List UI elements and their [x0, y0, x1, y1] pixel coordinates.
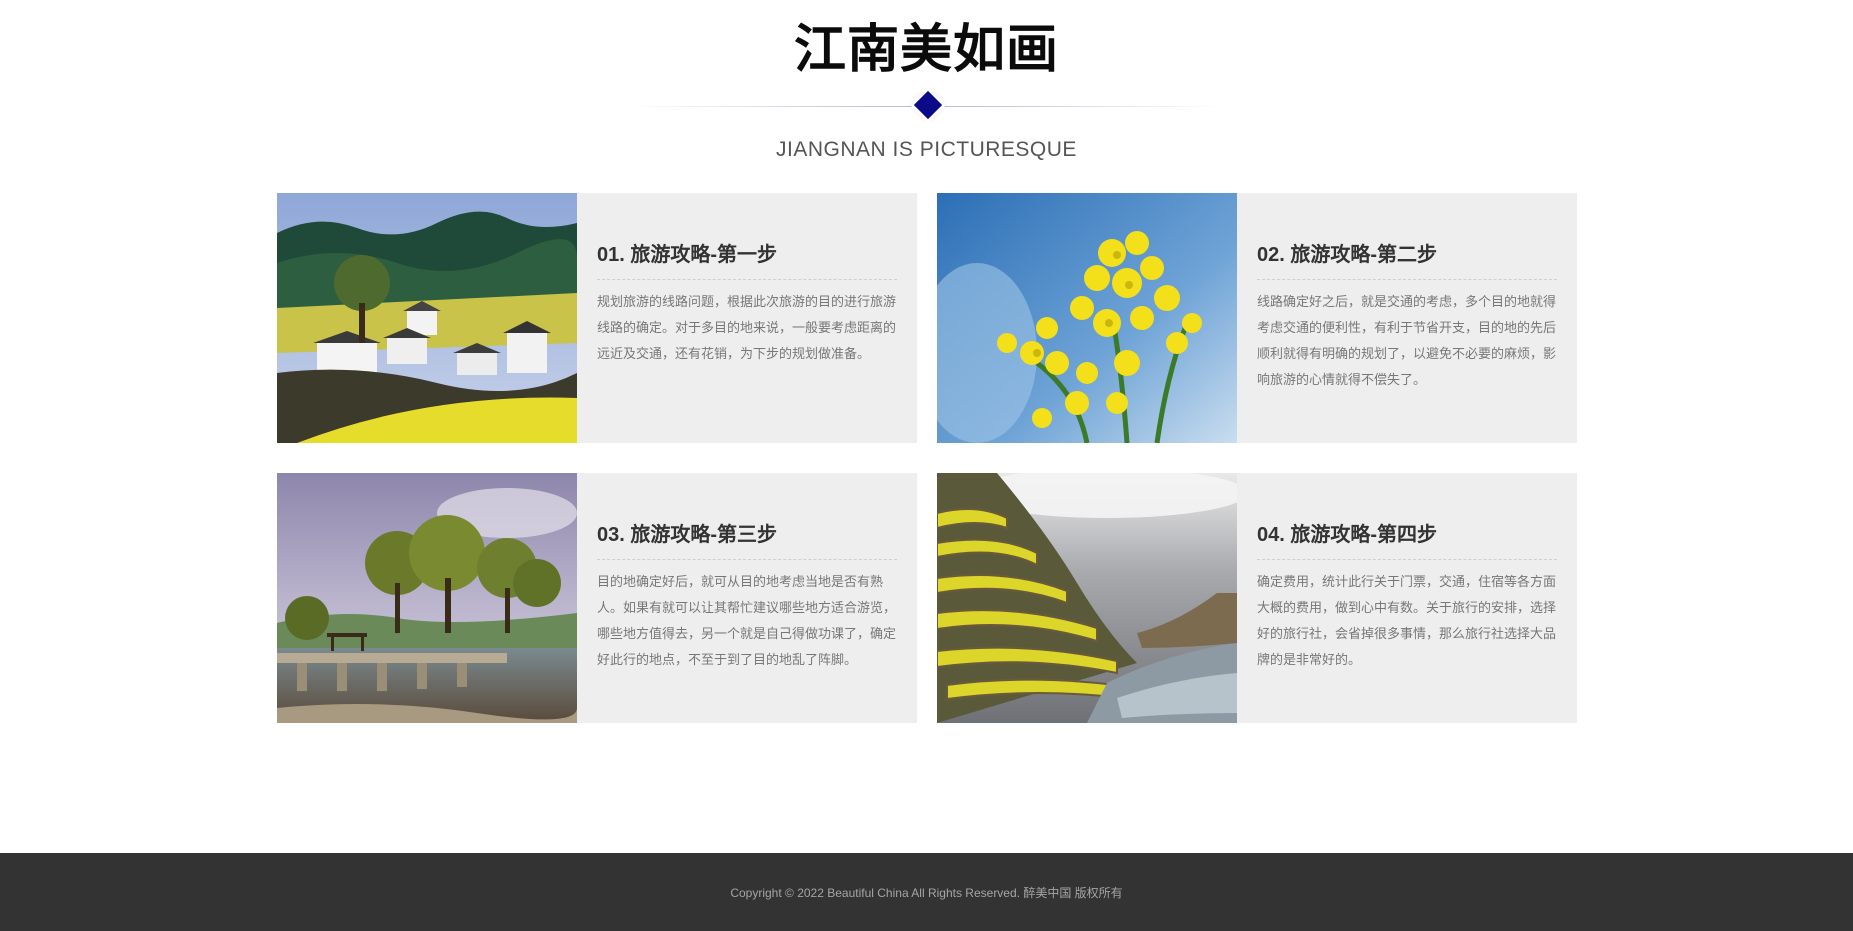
rapeseed-flower-closeup-photo — [937, 193, 1237, 443]
card-description: 线路确定好之后，就是交通的考虑，多个目的地就得考虑交通的便利性，有利于节省开支，… — [1257, 295, 1557, 388]
guide-card-3[interactable]: 03. 旅游攻略-第三步 目的地确定好后，就可从目的地考虑当地是否有熟人。如果有… — [277, 473, 917, 723]
card-heading[interactable]: 01. 旅游攻略-第一步 — [597, 241, 897, 280]
guide-card-4[interactable]: 04. 旅游攻略-第四步 确定费用，统计此行关于门票，交通，住宿等各方面大概的费… — [937, 473, 1577, 723]
page-footer: Copyright © 2022 Beautiful China All Rig… — [0, 853, 1853, 931]
terraced-rapeseed-fields-photo — [937, 473, 1237, 723]
guide-card-1[interactable]: 01. 旅游攻略-第一步 规划旅游的线路问题，根据此次旅游的目的进行旅游线路的确… — [277, 193, 917, 443]
card-heading[interactable]: 04. 旅游攻略-第四步 — [1257, 521, 1557, 560]
card-heading[interactable]: 02. 旅游攻略-第二步 — [1257, 241, 1557, 280]
stone-bridge-trees-photo — [277, 473, 577, 723]
copyright-text: Copyright © 2022 Beautiful China All Rig… — [730, 886, 1123, 900]
card-description: 规划旅游的线路问题，根据此次旅游的目的进行旅游线路的确定。对于多目的地来说，一般… — [597, 295, 897, 362]
diamond-ornament-icon — [913, 90, 943, 120]
page-subtitle: JIANGNAN IS PICTURESQUE — [776, 138, 1077, 161]
card-description: 目的地确定好后，就可从目的地考虑当地是否有熟人。如果有就可以让其帮忙建议哪些地方… — [597, 575, 897, 668]
card-content: 03. 旅游攻略-第三步 目的地确定好后，就可从目的地考虑当地是否有熟人。如果有… — [597, 521, 897, 674]
card-heading[interactable]: 03. 旅游攻略-第三步 — [597, 521, 897, 560]
card-content: 04. 旅游攻略-第四步 确定费用，统计此行关于门票，交通，住宿等各方面大概的费… — [1257, 521, 1557, 674]
card-description: 确定费用，统计此行关于门票，交通，住宿等各方面大概的费用，做到心中有数。关于旅行… — [1257, 575, 1557, 668]
card-content: 02. 旅游攻略-第二步 线路确定好之后，就是交通的考虑，多个目的地就得考虑交通… — [1257, 241, 1557, 394]
guide-card-2[interactable]: 02. 旅游攻略-第二步 线路确定好之后，就是交通的考虑，多个目的地就得考虑交通… — [937, 193, 1577, 443]
village-rapeseed-fields-photo — [277, 193, 577, 443]
card-content: 01. 旅游攻略-第一步 规划旅游的线路问题，根据此次旅游的目的进行旅游线路的确… — [597, 241, 897, 368]
page-title: 江南美如画 — [793, 20, 1059, 80]
